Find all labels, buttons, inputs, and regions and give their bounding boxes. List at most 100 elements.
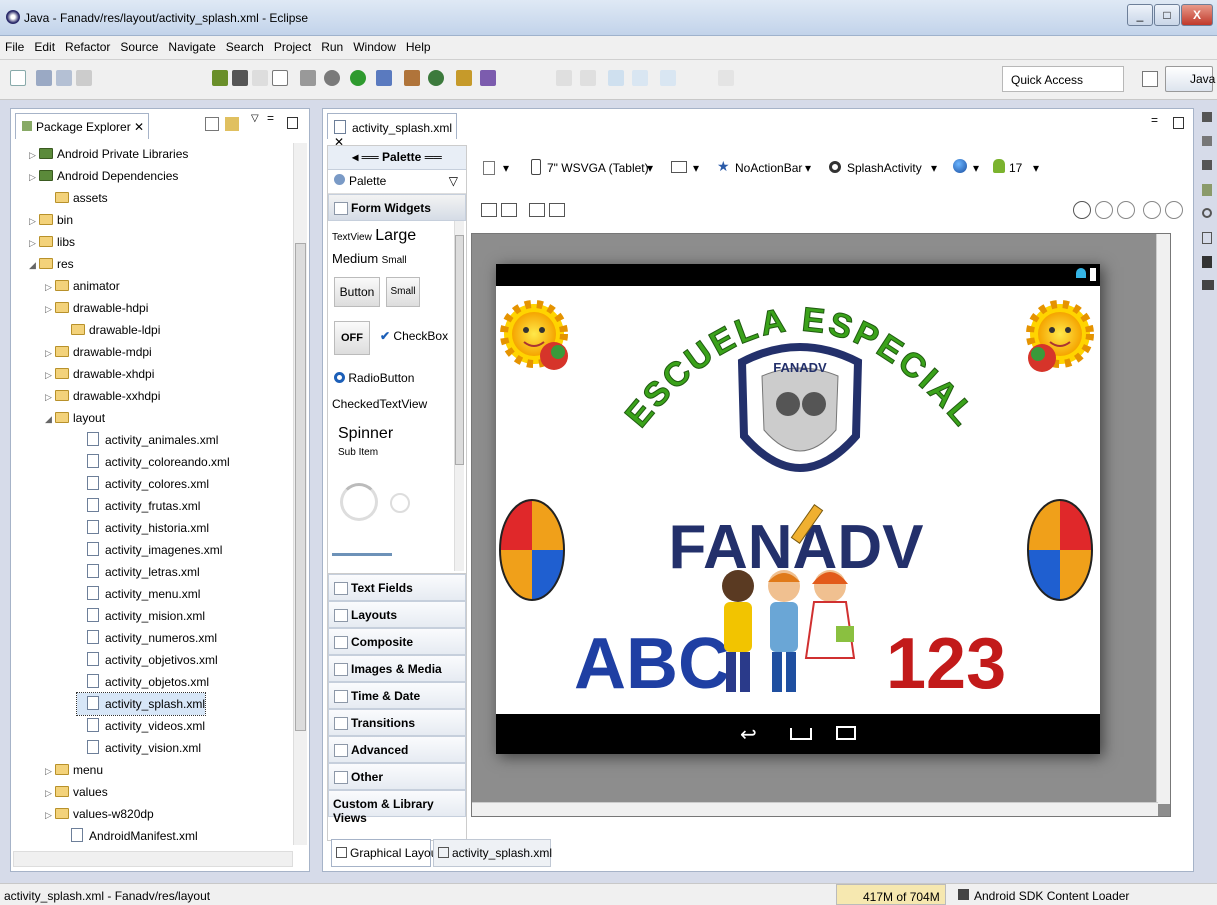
orientation-icon[interactable]	[671, 161, 687, 173]
canvas-horizontal-scrollbar[interactable]	[472, 802, 1158, 816]
tree-item[interactable]: drawable-ldpi	[61, 319, 160, 341]
menu-refactor[interactable]: Refactor	[60, 36, 115, 54]
checked-textview-widget[interactable]: CheckedTextView	[332, 397, 427, 411]
expand-toggle-icon[interactable]: ◢	[29, 254, 39, 276]
expand-toggle-icon[interactable]: ▷	[29, 144, 39, 166]
tree-item[interactable]: ▷ drawable-mdpi	[45, 341, 152, 363]
zoom-actual-icon[interactable]	[1095, 201, 1113, 219]
editor-minimize-icon[interactable]: =	[1151, 113, 1158, 127]
palette-category[interactable]: Composite	[328, 628, 466, 655]
expand-toggle-icon[interactable]: ▷	[45, 342, 55, 364]
save-all-icon[interactable]	[56, 70, 72, 86]
menu-search[interactable]: Search	[221, 36, 269, 54]
run-icon[interactable]	[350, 70, 366, 86]
debug-icon[interactable]	[324, 70, 340, 86]
menu-help[interactable]: Help	[401, 36, 436, 54]
progress-bar-widget[interactable]	[332, 553, 392, 556]
lint-icon[interactable]	[252, 70, 268, 86]
zoom-reset-icon[interactable]	[1117, 201, 1135, 219]
form-widgets-category[interactable]: Form Widgets	[328, 194, 466, 221]
javadoc-view-icon[interactable]	[1202, 160, 1212, 170]
checkbox-tool-icon[interactable]	[272, 70, 288, 86]
view-menu-icon[interactable]: ▽	[251, 113, 259, 124]
palette-category[interactable]: Custom & Library Views	[328, 790, 466, 825]
back-icon[interactable]	[632, 70, 648, 86]
print-icon[interactable]	[76, 70, 92, 86]
button-widget[interactable]: Button	[334, 277, 380, 307]
layout-canvas[interactable]: ESCUELA ESPECIAL FANADV FANADV ABC 123 ↩	[471, 233, 1171, 817]
tree-item[interactable]: AndroidManifest.xml	[61, 825, 198, 846]
medium-text-widget[interactable]: Medium	[332, 251, 378, 266]
quick-access-input[interactable]: Quick Access	[1002, 66, 1124, 92]
expand-toggle-icon[interactable]: ▷	[45, 364, 55, 386]
heap-status[interactable]: 417M of 704M	[836, 884, 946, 905]
palette-category[interactable]: Advanced	[328, 736, 466, 763]
large-text-widget[interactable]: Large	[375, 227, 416, 244]
menu-file[interactable]: File	[0, 36, 29, 54]
canvas-vertical-scrollbar[interactable]	[1156, 234, 1170, 804]
tree-item[interactable]: activity_vision.xml	[77, 737, 201, 759]
palette-category[interactable]: Other	[328, 763, 466, 790]
palette-category[interactable]: Images & Media	[328, 655, 466, 682]
tree-item[interactable]: assets	[45, 187, 108, 209]
new-class-icon[interactable]	[428, 70, 444, 86]
tree-item[interactable]: ▷ Android Dependencies	[29, 165, 178, 187]
radio-button-widget[interactable]: RadioButton	[348, 371, 414, 385]
expand-toggle-icon[interactable]: ▷	[45, 804, 55, 826]
tree-item[interactable]: activity_historia.xml	[77, 517, 209, 539]
nav-back-icon[interactable]: ↩	[740, 722, 757, 747]
zoom-fit-icon[interactable]	[1073, 201, 1091, 219]
palette-dropdown[interactable]: Palette ▽	[328, 170, 466, 194]
graphical-layout-tab[interactable]: Graphical Layout	[331, 839, 441, 867]
menu-edit[interactable]: Edit	[29, 36, 60, 54]
toggle-button-widget[interactable]: OFF	[334, 321, 370, 355]
external-tools-icon[interactable]	[404, 70, 420, 86]
tree-item[interactable]: ▷ libs	[29, 231, 75, 253]
new-android-icon[interactable]	[300, 70, 316, 86]
pin-editor-icon[interactable]	[718, 70, 734, 86]
console-view-icon[interactable]	[1202, 256, 1212, 268]
search-tool-icon[interactable]	[480, 70, 496, 86]
open-type-icon[interactable]	[456, 70, 472, 86]
tree-item[interactable]: activity_animales.xml	[77, 429, 218, 451]
device-dropdown[interactable]: 7" WSVGA (Tablet)	[547, 161, 649, 175]
save-icon[interactable]	[36, 70, 52, 86]
tree-item[interactable]: activity_objetos.xml	[77, 671, 209, 693]
palette-category[interactable]: Time & Date	[328, 682, 466, 709]
minimize-view-icon[interactable]: =	[267, 111, 274, 125]
spinner-widget[interactable]: Spinner	[338, 425, 393, 443]
editor-maximize-icon[interactable]	[1173, 117, 1184, 129]
checkbox-widget[interactable]: CheckBox	[393, 329, 448, 343]
tree-item[interactable]: ▷ drawable-xxhdpi	[45, 385, 160, 407]
tree-horizontal-scrollbar[interactable]	[13, 851, 293, 867]
annotation-view-icon[interactable]	[1202, 208, 1212, 218]
layout-file-icon[interactable]	[483, 161, 495, 175]
toggle-fill-height-icon[interactable]	[549, 203, 565, 217]
tree-item[interactable]: ◢ res	[29, 253, 74, 275]
expand-toggle-icon[interactable]: ▷	[45, 298, 55, 320]
theme-dropdown[interactable]: NoActionBar	[735, 161, 802, 175]
expand-toggle-icon[interactable]: ▷	[45, 782, 55, 804]
android-sdk-icon[interactable]	[212, 70, 228, 86]
tree-item[interactable]: activity_splash.xml	[75, 692, 207, 716]
tree-item[interactable]: activity_mision.xml	[77, 605, 205, 627]
palette-category[interactable]: Text Fields	[328, 574, 466, 601]
progress-small-widget[interactable]	[390, 493, 410, 513]
tree-item[interactable]: activity_imagenes.xml	[77, 539, 222, 561]
tree-vertical-scrollbar[interactable]	[293, 143, 307, 845]
profile-icon[interactable]	[376, 70, 392, 86]
palette-category[interactable]: Transitions	[328, 709, 466, 736]
problems-view-icon[interactable]	[1202, 232, 1212, 244]
zoom-out-icon[interactable]	[1143, 201, 1161, 219]
menu-navigate[interactable]: Navigate	[163, 36, 220, 54]
maximize-button[interactable]: □	[1154, 4, 1180, 26]
zoom-in-icon[interactable]	[1165, 201, 1183, 219]
activity-dropdown[interactable]: SplashActivity	[847, 161, 922, 175]
palette-category[interactable]: Layouts	[328, 601, 466, 628]
collapse-all-icon[interactable]	[205, 117, 219, 131]
tree-item[interactable]: ◢ layout	[45, 407, 105, 429]
menu-run[interactable]: Run	[316, 36, 348, 54]
hierarchy-view-icon[interactable]	[1202, 136, 1212, 146]
link-editor-icon[interactable]	[225, 117, 239, 131]
expand-toggle-icon[interactable]: ◢	[45, 408, 55, 430]
